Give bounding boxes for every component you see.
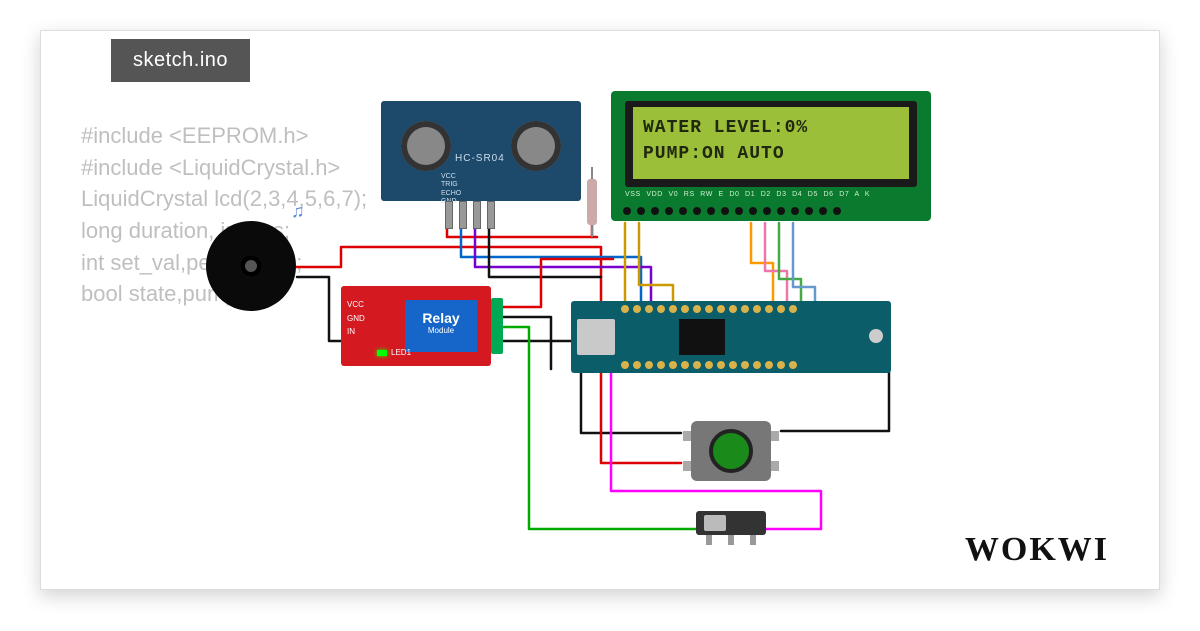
wire[interactable] <box>581 371 681 433</box>
sonar-rx-icon <box>503 113 569 179</box>
slide-switch[interactable] <box>696 511 766 535</box>
wire[interactable] <box>639 223 673 313</box>
wire[interactable] <box>501 317 551 369</box>
usb-port-icon <box>577 319 615 355</box>
wire[interactable] <box>765 223 787 313</box>
wire[interactable] <box>793 223 815 313</box>
sonar-label: HC-SR04 <box>455 153 505 164</box>
relay-led-icon <box>377 350 387 356</box>
lcd-pin-labels: VSS VDD V0 RS RW E D0 D1 D2 D3 D4 D5 D6 … <box>625 191 870 198</box>
relay-led-label: LED1 <box>391 348 411 357</box>
sonar-pins <box>445 201 495 229</box>
buzzer[interactable] <box>206 221 296 311</box>
button-cap-icon <box>709 429 753 473</box>
nano-pins-bottom <box>621 361 883 369</box>
relay-terminal <box>491 298 503 354</box>
hc-sr04-sensor[interactable]: HC-SR04 VCC TRIG ECHO GND <box>381 101 581 201</box>
lcd-16x2[interactable]: WATER LEVEL:0% PUMP:ON AUTO VSS VDD V0 R… <box>611 91 931 221</box>
mcu-chip-icon <box>679 319 725 355</box>
relay-pin-labels: VCC GND IN <box>347 298 365 339</box>
relay-module[interactable]: VCC GND IN RelayModule LED1 <box>341 286 491 366</box>
wire[interactable] <box>751 223 773 313</box>
wire[interactable] <box>489 199 601 277</box>
wire[interactable] <box>781 371 889 431</box>
relay-body: RelayModule <box>405 300 477 352</box>
project-card: sketch.ino #include <EEPROM.h> #include … <box>40 30 1160 590</box>
reset-button[interactable] <box>869 329 883 343</box>
arduino-nano[interactable] <box>571 301 891 373</box>
lcd-line-1: WATER LEVEL:0% <box>643 115 899 141</box>
sonar-tx-icon <box>393 113 459 179</box>
wire[interactable] <box>601 371 681 463</box>
switch-knob-icon <box>704 515 726 531</box>
wire[interactable] <box>779 223 801 313</box>
music-note-icon: ♫ <box>291 201 305 222</box>
lcd-line-2: PUMP:ON AUTO <box>643 141 899 167</box>
resistor[interactable] <box>587 179 597 225</box>
circuit-canvas[interactable]: WATER LEVEL:0% PUMP:ON AUTO VSS VDD V0 R… <box>41 31 1159 589</box>
lcd-screen: WATER LEVEL:0% PUMP:ON AUTO <box>633 107 909 179</box>
nano-pins-top <box>621 305 883 313</box>
lcd-pin-holes <box>623 207 919 217</box>
push-button[interactable] <box>691 421 771 481</box>
wokwi-logo: WOKWI <box>965 531 1109 569</box>
wire[interactable] <box>501 259 613 307</box>
